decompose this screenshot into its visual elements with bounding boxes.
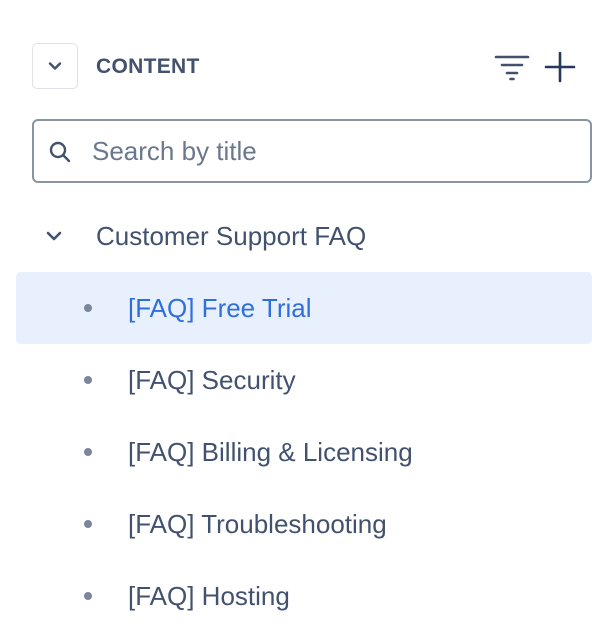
tree-item-label: [FAQ] Troubleshooting <box>128 509 387 539</box>
tree-item-security[interactable]: [FAQ] Security <box>16 344 592 416</box>
search-box[interactable] <box>32 119 592 183</box>
content-header: CONTENT <box>32 43 580 91</box>
tree-item-hosting[interactable]: [FAQ] Hosting <box>16 560 592 632</box>
chevron-down-icon <box>48 62 62 70</box>
search-input[interactable] <box>92 121 572 181</box>
bullet-icon <box>84 448 92 456</box>
search-icon <box>49 141 71 163</box>
tree-item-label: [FAQ] Hosting <box>128 581 290 611</box>
collapse-button[interactable] <box>32 43 78 89</box>
tree-item-billing-licensing[interactable]: [FAQ] Billing & Licensing <box>16 416 592 488</box>
section-title: CONTENT <box>96 55 200 78</box>
tree-item-label: [FAQ] Free Trial <box>128 293 312 323</box>
tree-item-free-trial[interactable]: [FAQ] Free Trial <box>16 272 592 344</box>
plus-icon <box>544 51 576 83</box>
tree-item-label: [FAQ] Billing & Licensing <box>128 437 413 467</box>
page-tree: Customer Support FAQ [FAQ] Free Trial [F… <box>16 200 592 632</box>
tree-item-label: [FAQ] Security <box>128 365 296 395</box>
bullet-icon <box>84 520 92 528</box>
bullet-icon <box>84 304 92 312</box>
tree-parent-label: Customer Support FAQ <box>96 221 367 251</box>
add-button[interactable] <box>542 49 578 85</box>
filter-icon <box>494 55 530 81</box>
bullet-icon <box>84 592 92 600</box>
bullet-icon <box>84 376 92 384</box>
filter-button[interactable] <box>492 51 532 83</box>
chevron-down-icon[interactable] <box>44 226 64 246</box>
tree-item-troubleshooting[interactable]: [FAQ] Troubleshooting <box>16 488 592 560</box>
tree-parent-customer-support-faq[interactable]: Customer Support FAQ <box>16 200 592 272</box>
